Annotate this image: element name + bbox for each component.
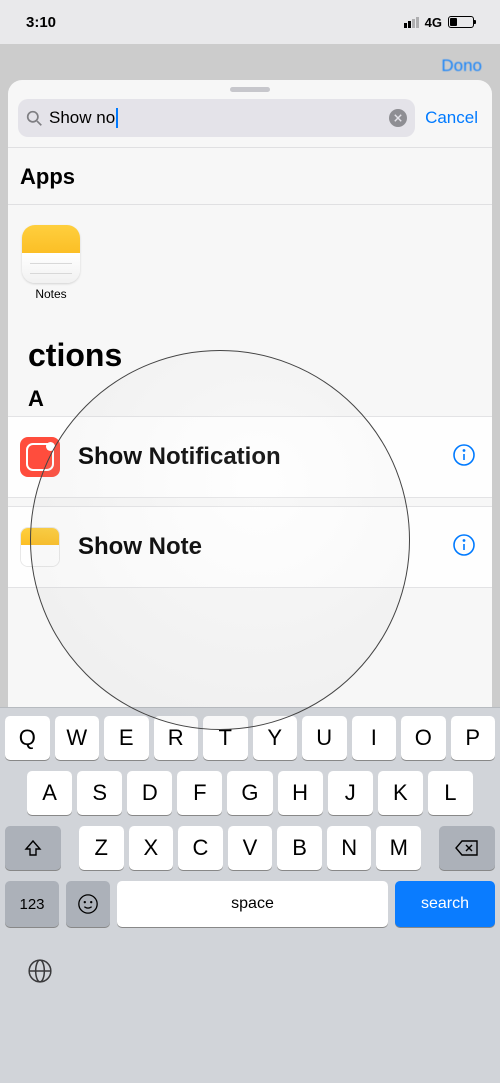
app-grid: Notes [8, 205, 492, 309]
cancel-button[interactable]: Cancel [425, 108, 482, 128]
battery-icon [448, 16, 474, 28]
key-d[interactable]: D [127, 771, 172, 815]
info-button[interactable] [452, 443, 492, 472]
key-n[interactable]: N [327, 826, 372, 870]
search-icon [26, 110, 43, 127]
app-label: Notes [22, 283, 80, 301]
key-y[interactable]: Y [253, 716, 298, 760]
search-sheet: Show no Cancel Apps Notes ctions A Show … [8, 80, 492, 707]
key-g[interactable]: G [227, 771, 272, 815]
key-u[interactable]: U [302, 716, 347, 760]
key-backspace[interactable] [439, 826, 495, 870]
key-search[interactable]: search [395, 881, 495, 927]
signal-icon [404, 17, 419, 28]
keyboard-row-1: Q W E R T Y U I O P [5, 716, 495, 760]
key-numbers[interactable]: 123 [5, 881, 59, 927]
search-text: Show no [49, 108, 383, 128]
notes-app-icon [22, 225, 80, 283]
status-right: 4G [404, 15, 474, 30]
shift-icon [23, 838, 43, 858]
key-s[interactable]: S [77, 771, 122, 815]
key-o[interactable]: O [401, 716, 446, 760]
key-m[interactable]: M [376, 826, 421, 870]
key-v[interactable]: V [228, 826, 273, 870]
sheet-grabber[interactable] [230, 87, 270, 92]
backspace-icon [455, 839, 479, 857]
action-label: Show Notification [60, 443, 452, 471]
key-q[interactable]: Q [5, 716, 50, 760]
apps-heading: Apps [8, 148, 492, 204]
notification-icon [20, 437, 60, 477]
key-i[interactable]: I [352, 716, 397, 760]
app-notes[interactable]: Notes [22, 225, 478, 301]
globe-icon [27, 958, 53, 984]
key-p[interactable]: P [451, 716, 496, 760]
action-label: Show Note [60, 533, 452, 561]
key-z[interactable]: Z [79, 826, 124, 870]
key-j[interactable]: J [328, 771, 373, 815]
key-b[interactable]: B [277, 826, 322, 870]
actions-heading-partial: ctions [8, 309, 492, 376]
key-c[interactable]: C [178, 826, 223, 870]
key-shift[interactable] [5, 826, 61, 870]
keyboard-row-4: 123 space search [5, 881, 495, 927]
key-emoji[interactable] [66, 881, 110, 927]
key-f[interactable]: F [177, 771, 222, 815]
globe-button[interactable] [5, 938, 495, 1005]
status-bar: 3:10 4G [0, 0, 500, 44]
search-input[interactable]: Show no [18, 99, 415, 137]
key-k[interactable]: K [378, 771, 423, 815]
search-row: Show no Cancel [8, 95, 492, 147]
clear-search-button[interactable] [389, 109, 407, 127]
key-x[interactable]: X [129, 826, 174, 870]
keyboard: Q W E R T Y U I O P A S D F G H J K L Z … [0, 707, 500, 1083]
key-t[interactable]: T [203, 716, 248, 760]
key-r[interactable]: R [154, 716, 199, 760]
key-space[interactable]: space [117, 881, 388, 927]
keyboard-row-2: A S D F G H J K L [5, 771, 495, 815]
key-a[interactable]: A [27, 771, 72, 815]
note-icon [20, 527, 60, 567]
sub-letter: A [8, 376, 492, 416]
emoji-icon [77, 893, 99, 915]
network-label: 4G [425, 15, 442, 30]
key-h[interactable]: H [278, 771, 323, 815]
action-show-notification[interactable]: Show Notification [8, 416, 492, 498]
info-button[interactable] [452, 533, 492, 562]
underlying-done-button: Dono [441, 56, 482, 76]
key-e[interactable]: E [104, 716, 149, 760]
key-w[interactable]: W [55, 716, 100, 760]
key-l[interactable]: L [428, 771, 473, 815]
keyboard-row-3: Z X C V B N M [5, 826, 495, 870]
action-show-note[interactable]: Show Note [8, 506, 492, 588]
status-time: 3:10 [26, 14, 56, 31]
